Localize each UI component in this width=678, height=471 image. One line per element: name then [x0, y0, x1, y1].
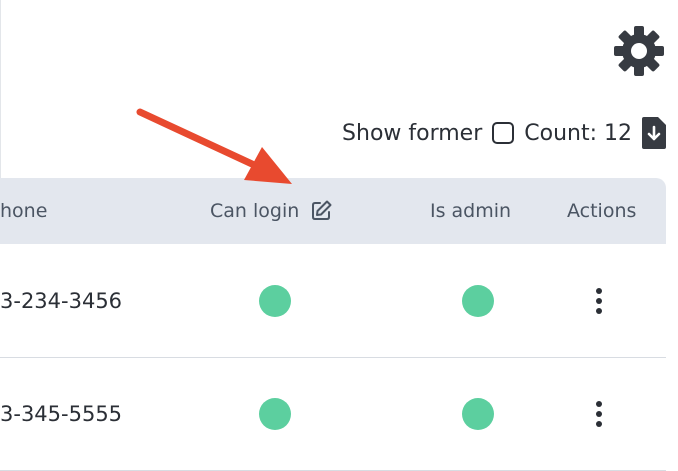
is-admin-status-dot[interactable] [462, 285, 494, 317]
can-login-status-dot[interactable] [259, 398, 291, 430]
phone-cell: 3-345-5555 [0, 402, 123, 426]
show-former-label: Show former [342, 120, 483, 146]
column-header-phone[interactable]: hone [0, 178, 47, 244]
count-group: Count: 12 [524, 121, 632, 146]
actions-cell [589, 245, 609, 357]
can-login-cell [259, 245, 291, 357]
is-admin-status-dot[interactable] [462, 398, 494, 430]
column-header-actions: Actions [567, 178, 636, 244]
column-header-can-login[interactable]: Can login [210, 178, 333, 244]
pencil-edit-icon[interactable] [309, 199, 333, 223]
left-divider [0, 0, 1, 178]
phone-cell: 3-234-3456 [0, 289, 123, 313]
gear-icon[interactable] [612, 24, 666, 78]
more-vertical-icon[interactable] [589, 286, 609, 316]
more-vertical-icon[interactable] [589, 399, 609, 429]
table-header: hone Can login Is admin Actions [0, 178, 666, 244]
is-admin-cell [462, 358, 494, 470]
column-header-label: Actions [567, 200, 637, 222]
actions-cell [589, 358, 609, 470]
table-row[interactable]: 3-345-5555 [0, 358, 666, 471]
column-header-is-admin[interactable]: Is admin [430, 178, 511, 244]
can-login-cell [259, 358, 291, 470]
table-toolbar: Show former Count: 12 [342, 116, 666, 150]
show-former-checkbox[interactable] [492, 122, 515, 144]
column-header-label: Is admin [430, 200, 512, 222]
count-label: Count: 12 [524, 120, 632, 146]
download-icon[interactable] [642, 117, 666, 149]
is-admin-cell [462, 245, 494, 357]
column-header-label: Can login [210, 200, 300, 222]
column-header-label: hone [0, 200, 48, 222]
can-login-status-dot[interactable] [259, 285, 291, 317]
table-row[interactable]: 3-234-3456 [0, 245, 666, 358]
